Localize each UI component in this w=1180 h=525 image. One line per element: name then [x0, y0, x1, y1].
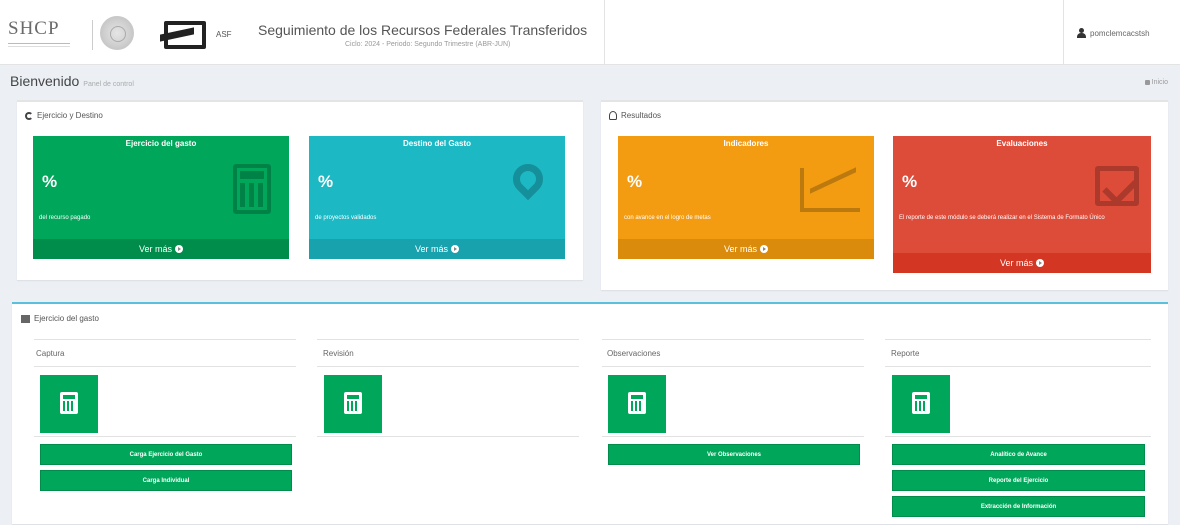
- reporte-tile[interactable]: [892, 375, 950, 433]
- card-percent: %: [318, 172, 334, 191]
- card-more-link[interactable]: Ver más: [309, 239, 565, 259]
- carga-ejercicio-button[interactable]: Carga Ejercicio del Gasto: [40, 444, 292, 465]
- national-seal-icon: [100, 16, 134, 50]
- column-title-observaciones: Observaciones: [607, 349, 661, 358]
- top-header: SHCP ASF Seguimiento de los Recursos Fed…: [0, 0, 1180, 65]
- card-description: con avance en el logro de metas: [624, 215, 711, 221]
- shcp-logo-text: SHCP: [8, 18, 60, 39]
- revision-tile[interactable]: [324, 375, 382, 433]
- calculator-icon: [628, 392, 646, 414]
- page-subtitle: Panel de control: [83, 81, 134, 88]
- partner-logo-label: ASF: [216, 30, 232, 39]
- card-description: El reporte de este módulo se deberá real…: [899, 215, 1105, 221]
- breadcrumb[interactable]: Inicio: [1144, 79, 1168, 86]
- dashboard-icon: [1144, 80, 1150, 85]
- column-rule: [34, 339, 296, 340]
- refresh-icon: [25, 111, 33, 120]
- column-rule: [317, 436, 579, 437]
- breadcrumb-home[interactable]: Inicio: [1152, 79, 1168, 86]
- shcp-logo[interactable]: SHCP: [8, 18, 82, 52]
- card-more-link[interactable]: Ver más: [893, 253, 1151, 273]
- card-ejercicio-gasto: Ejercicio del gasto % del recurso pagado…: [33, 136, 289, 259]
- card-header: Destino del Gasto: [402, 139, 471, 148]
- partner-logo-icon: [160, 18, 212, 52]
- card-description: de proyectos validados: [315, 215, 377, 221]
- card-header: Indicadores: [723, 139, 769, 148]
- column-rule: [34, 436, 296, 437]
- card-more-label: Ver más: [723, 244, 757, 254]
- reporte-ejercicio-button[interactable]: Reporte del Ejercicio: [892, 470, 1145, 491]
- map-marker-icon: [506, 157, 550, 201]
- shcp-logo-underline: [8, 43, 70, 47]
- column-rule: [317, 366, 579, 367]
- card-percent: %: [627, 172, 643, 191]
- card-evaluaciones: Evaluaciones % El reporte de este módulo…: [893, 136, 1151, 273]
- card-destino-gasto: Destino del Gasto % de proyectos validad…: [309, 136, 565, 259]
- ejercicio-destino-panel: Ejercicio y Destino Ejercicio del gasto …: [17, 100, 583, 280]
- column-rule: [34, 366, 296, 367]
- logo-divider: [92, 20, 93, 50]
- column-rule: [602, 339, 864, 340]
- card-description: del recurso pagado: [39, 215, 91, 221]
- captura-tile[interactable]: [40, 375, 98, 433]
- arrow-circle-right-icon: [1036, 259, 1044, 267]
- column-rule: [885, 366, 1151, 367]
- ribbon-icon: [609, 111, 617, 120]
- observaciones-tile[interactable]: [608, 375, 666, 433]
- header-divider-right: [1063, 0, 1064, 65]
- resultados-title: Resultados: [621, 111, 662, 120]
- resultados-header: Resultados: [609, 111, 661, 120]
- check-square-icon: [1095, 166, 1139, 206]
- card-indicadores: Indicadores % con avance en el logro de …: [618, 136, 874, 259]
- user-menu[interactable]: pomclemcacstsh: [1077, 28, 1150, 38]
- resultados-panel: Resultados Indicadores % con avance en e…: [601, 100, 1168, 290]
- arrow-circle-right-icon: [451, 245, 459, 253]
- arrow-circle-right-icon: [760, 245, 768, 253]
- column-rule: [602, 366, 864, 367]
- bar-chart-icon: [21, 314, 30, 323]
- card-more-label: Ver más: [414, 244, 448, 254]
- page-title: Bienvenido Panel de control: [10, 73, 134, 89]
- arrow-circle-right-icon: [175, 245, 183, 253]
- app-subtitle: Ciclo: 2024 - Periodo: Segundo Trimestre…: [345, 41, 511, 48]
- column-title-revision: Revisión: [323, 349, 354, 358]
- ejercicio-destino-title: Ejercicio y Destino: [37, 111, 103, 120]
- card-more-link[interactable]: Ver más: [618, 239, 874, 259]
- ejercicio-destino-header: Ejercicio y Destino: [25, 111, 103, 120]
- column-rule: [885, 339, 1151, 340]
- column-title-captura: Captura: [36, 349, 65, 358]
- calculator-icon: [344, 392, 362, 414]
- card-percent: %: [42, 172, 58, 191]
- column-title-reporte: Reporte: [891, 349, 920, 358]
- gasto-title: Ejercicio del gasto: [34, 314, 99, 323]
- extraccion-informacion-button[interactable]: Extracción de Información: [892, 496, 1145, 517]
- card-header: Ejercicio del gasto: [125, 139, 197, 148]
- calculator-icon: [233, 164, 271, 214]
- header-divider-left: [604, 0, 605, 65]
- ver-observaciones-button[interactable]: Ver Observaciones: [608, 444, 860, 465]
- analitico-avance-button[interactable]: Analítico de Avance: [892, 444, 1145, 465]
- gasto-panel: Ejercicio del gasto Captura Carga Ejerci…: [12, 302, 1168, 524]
- column-rule: [885, 436, 1151, 437]
- card-percent: %: [902, 172, 918, 191]
- card-more-link[interactable]: Ver más: [33, 239, 289, 259]
- calculator-icon: [60, 392, 78, 414]
- card-more-label: Ver más: [138, 244, 172, 254]
- column-rule: [317, 339, 579, 340]
- carga-individual-button[interactable]: Carga Individual: [40, 470, 292, 491]
- page-title-text: Bienvenido: [10, 73, 80, 89]
- gasto-header: Ejercicio del gasto: [21, 314, 99, 323]
- user-name: pomclemcacstsh: [1090, 28, 1150, 38]
- column-rule: [602, 436, 864, 437]
- calculator-icon: [912, 392, 930, 414]
- card-more-label: Ver más: [999, 258, 1033, 268]
- user-icon: [1077, 28, 1086, 38]
- line-chart-icon: [800, 168, 860, 212]
- app-title: Seguimiento de los Recursos Federales Tr…: [258, 22, 588, 38]
- card-header: Evaluaciones: [996, 139, 1048, 148]
